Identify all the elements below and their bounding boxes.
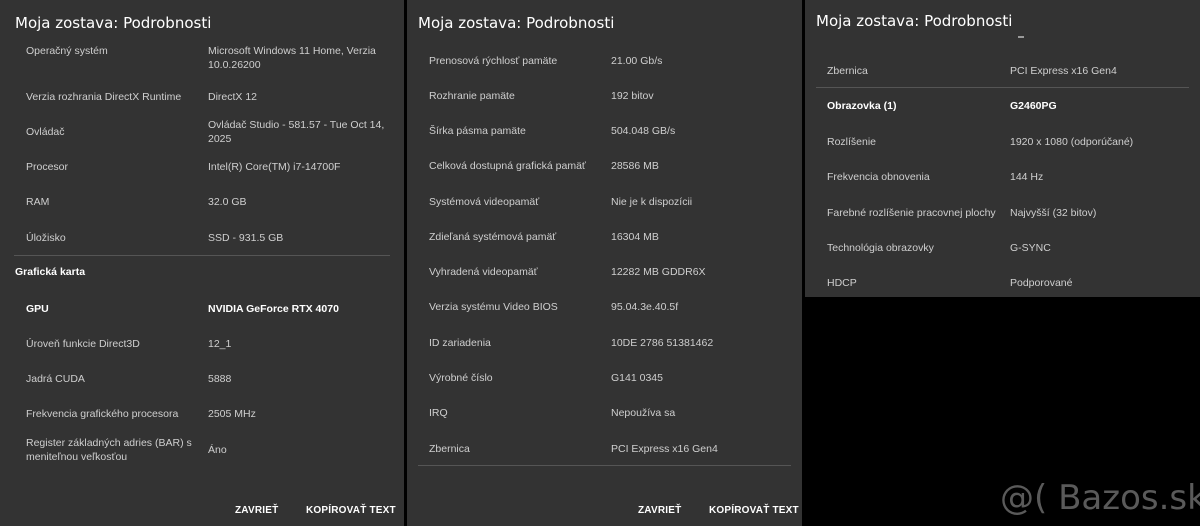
copy-text-button[interactable]: KOPÍROVAŤ TEXT: [709, 505, 799, 516]
row-label: Vyhradená videopamäť: [429, 266, 538, 278]
row-label: Celková dostupná grafická pamäť: [429, 160, 586, 172]
divider: [418, 465, 791, 466]
row-label: Operačný systém: [26, 45, 108, 57]
panel-title: Moja zostava: Podrobnosti: [816, 12, 1013, 30]
row-label: Rozhranie pamäte: [429, 90, 515, 102]
row-value: 1920 x 1080 (odporúčané): [1010, 136, 1134, 148]
row-value: 95.04.3e.40.5f: [611, 301, 679, 313]
row-label: RAM: [26, 196, 50, 208]
divider: [816, 87, 1189, 88]
section-heading-graphics-card: Grafická karta: [15, 266, 86, 278]
row-label: Verzia rozhrania DirectX Runtime: [26, 91, 182, 103]
divider: [14, 255, 390, 256]
row-label: Výrobné číslo: [429, 372, 493, 384]
panel-title: Moja zostava: Podrobnosti: [418, 14, 615, 32]
close-button[interactable]: ZAVRIEŤ: [235, 505, 278, 516]
row-label: Systémová videopamäť: [429, 196, 540, 208]
row-value: 32.0 GB: [208, 196, 247, 208]
row-value: DirectX 12: [208, 91, 258, 103]
details-panel-3: Moja zostava: Podrobnosti Zbernica PCI E…: [805, 0, 1200, 297]
row-value: Najvyšší (32 bitov): [1010, 207, 1097, 219]
row-label: GPU: [26, 303, 49, 315]
row-value: 144 Hz: [1010, 171, 1044, 183]
row-label: Prenosová rýchlosť pamäte: [429, 55, 558, 67]
bazos-watermark: @( Bazos.sk: [1000, 478, 1200, 518]
row-label: Zdieľaná systémová pamäť: [429, 231, 557, 243]
row-value: G-SYNC: [1010, 242, 1051, 254]
row-value: 16304 MB: [611, 231, 659, 243]
row-value: Nie je k dispozícii: [611, 196, 693, 208]
row-value: 12282 MB GDDR6X: [611, 266, 706, 278]
row-label: Verzia systému Video BIOS: [429, 301, 558, 313]
scroll-indicator[interactable]: [1018, 36, 1024, 38]
row-label: Technológia obrazovky: [827, 242, 934, 254]
panel-title: Moja zostava: Podrobnosti: [15, 14, 212, 32]
row-value: 504.048 GB/s: [611, 125, 676, 137]
row-value: Podporované: [1010, 277, 1073, 289]
row-label: Register základných adries (BAR) s menit…: [26, 437, 192, 463]
close-button[interactable]: ZAVRIEŤ: [638, 505, 681, 516]
row-value: SSD - 931.5 GB: [208, 232, 284, 244]
row-value: Áno: [208, 444, 227, 456]
row-label: Rozlíšenie: [827, 136, 877, 148]
row-label: Úroveň funkcie Direct3D: [26, 338, 140, 350]
row-value: PCI Express x16 Gen4: [1010, 65, 1117, 77]
row-value: Ovládač Studio - 581.57 - Tue Oct 14, 20…: [208, 119, 385, 145]
row-value: 12_1: [208, 338, 232, 350]
row-label: Šírka pásma pamäte: [429, 125, 526, 137]
row-value: NVIDIA GeForce RTX 4070: [208, 303, 339, 315]
row-label: Procesor: [26, 161, 69, 173]
row-value: 10DE 2786 51381462: [611, 337, 714, 349]
row-value: 192 bitov: [611, 90, 654, 102]
row-label: Úložisko: [26, 232, 66, 244]
details-panel-2: Moja zostava: Podrobnosti Prenosová rých…: [407, 0, 802, 526]
row-value: 5888: [208, 373, 232, 385]
row-value: PCI Express x16 Gen4: [611, 443, 718, 455]
row-label: Frekvencia grafického procesora: [26, 408, 179, 420]
row-label: Obrazovka (1): [827, 100, 897, 112]
row-label: Farebné rozlíšenie pracovnej plochy: [827, 207, 996, 219]
row-label: Jadrá CUDA: [26, 373, 85, 385]
row-label: IRQ: [429, 407, 448, 419]
row-value: Microsoft Windows 11 Home, Verzia 10.0.2…: [208, 45, 376, 71]
row-value: Nepoužíva sa: [611, 407, 676, 419]
row-label: Ovládač: [26, 126, 65, 138]
row-value: 21.00 Gb/s: [611, 55, 663, 67]
row-label: Frekvencia obnovenia: [827, 171, 930, 183]
row-value: G141 0345: [611, 372, 663, 384]
row-value: 28586 MB: [611, 160, 659, 172]
copy-text-button[interactable]: KOPÍROVAŤ TEXT: [306, 505, 396, 516]
row-label: ID zariadenia: [429, 337, 491, 349]
row-label: Zbernica: [429, 443, 470, 455]
row-value: G2460PG: [1010, 100, 1057, 112]
row-label: Zbernica: [827, 65, 868, 77]
row-label: HDCP: [827, 277, 857, 289]
row-value: 2505 MHz: [208, 408, 256, 420]
details-panel-1: Moja zostava: Podrobnosti Operačný systé…: [0, 0, 404, 526]
row-value: Intel(R) Core(TM) i7-14700F: [208, 161, 341, 173]
